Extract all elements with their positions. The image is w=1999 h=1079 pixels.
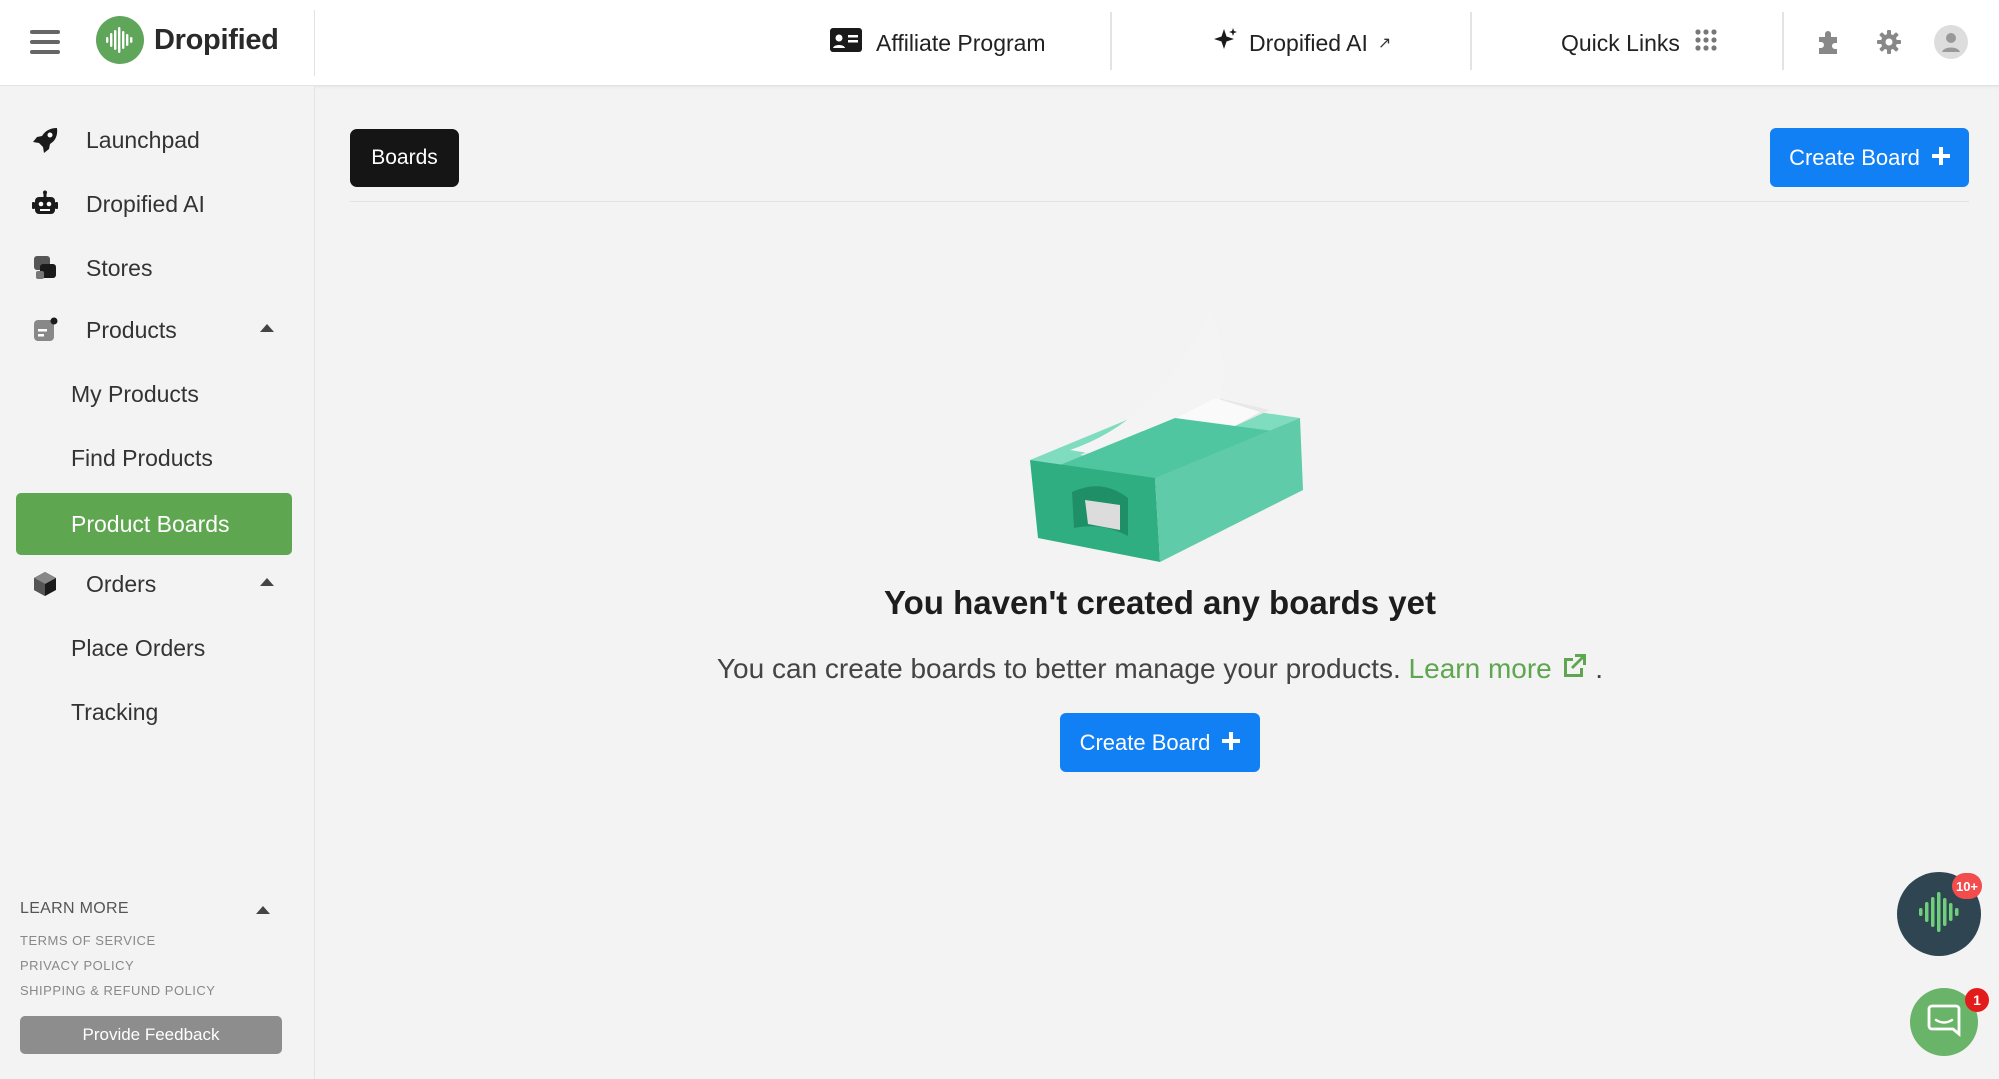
products-icon [30, 315, 60, 345]
hamburger-menu-icon[interactable] [30, 28, 62, 56]
sidebar-item-find-products[interactable]: Find Products [16, 430, 292, 486]
sidebar-item-place-orders[interactable]: Place Orders [16, 620, 292, 676]
quick-links-link[interactable]: Quick Links [1561, 22, 1718, 64]
header-divider [1470, 12, 1472, 70]
sidebar-item-launchpad[interactable]: Launchpad [16, 112, 292, 168]
user-avatar-icon[interactable] [1934, 25, 1968, 59]
robot-icon [30, 189, 60, 219]
affiliate-program-label: Affiliate Program [876, 29, 1046, 56]
sound-wave-icon [1917, 891, 1961, 937]
sidebar-item-dropified-ai[interactable]: Dropified AI [16, 176, 292, 232]
sidebar-item-tracking[interactable]: Tracking [16, 684, 292, 740]
quick-links-label: Quick Links [1561, 29, 1680, 56]
collapse-caret-icon[interactable] [256, 906, 270, 914]
store-icon [30, 253, 60, 283]
sidebar-item-label: Launchpad [86, 126, 200, 153]
sidebar-item-label: Orders [86, 570, 157, 597]
header-divider [314, 10, 315, 76]
affiliate-program-link[interactable]: Affiliate Program [830, 22, 1046, 64]
notification-badge: 10+ [1952, 873, 1982, 899]
sidebar-item-product-boards[interactable]: Product Boards [16, 493, 292, 555]
collapse-caret-icon[interactable] [260, 324, 274, 332]
description-period: . [1595, 653, 1604, 684]
gear-icon[interactable] [1872, 25, 1906, 59]
top-header: Dropified Affiliate Program Dropified AI… [0, 0, 1999, 86]
brand-logo[interactable]: Dropified [96, 16, 279, 64]
sidebar-item-label: Find Products [71, 444, 213, 471]
sidebar: Launchpad Dropified AI Stores Products M… [0, 86, 315, 1079]
create-board-label: Create Board [1079, 729, 1211, 755]
chat-notification-badge: 1 [1965, 988, 1989, 1012]
sidebar-item-stores[interactable]: Stores [16, 240, 292, 296]
shipping-refund-policy-link[interactable]: SHIPPING & REFUND POLICY [20, 983, 215, 998]
brand-name: Dropified [154, 23, 279, 56]
learn-more-link[interactable]: Learn more [1409, 653, 1596, 684]
plus-icon [1222, 730, 1241, 756]
header-divider [1782, 12, 1784, 70]
sidebar-item-label: Products [86, 316, 177, 343]
dropified-ai-label: Dropified AI [1249, 29, 1368, 56]
privacy-policy-link[interactable]: PRIVACY POLICY [20, 958, 134, 973]
create-board-button[interactable]: Create Board [1770, 128, 1969, 187]
box-icon [30, 569, 60, 599]
learn-more-label: Learn more [1408, 653, 1552, 684]
header-divider [1110, 12, 1112, 70]
sidebar-item-label: My Products [71, 380, 199, 407]
grid-icon [1694, 28, 1718, 58]
sidebar-item-my-products[interactable]: My Products [16, 366, 292, 422]
empty-tray-illustration [1010, 300, 1310, 570]
create-board-empty-button[interactable]: Create Board [1060, 713, 1260, 772]
sidebar-item-orders[interactable]: Orders [16, 556, 292, 612]
collapse-caret-icon[interactable] [260, 578, 274, 586]
puzzle-icon[interactable] [1812, 25, 1846, 59]
sidebar-item-label: Place Orders [71, 634, 206, 661]
id-card-icon [830, 28, 862, 58]
empty-state-description: You can create boards to better manage y… [560, 652, 1760, 685]
provide-feedback-button[interactable]: Provide Feedback [20, 1016, 282, 1054]
plus-icon [1931, 145, 1950, 171]
tab-boards[interactable]: Boards [350, 129, 459, 187]
content-divider [350, 201, 1969, 202]
sidebar-item-label: Dropified AI [86, 190, 205, 217]
sidebar-item-label: Stores [86, 254, 153, 281]
rocket-icon [30, 125, 60, 155]
sidebar-item-label: Tracking [71, 698, 159, 725]
empty-state-title: You haven't created any boards yet [884, 584, 1436, 621]
empty-state-text: You can create boards to better manage y… [716, 653, 1401, 684]
sidebar-item-products[interactable]: Products [16, 302, 292, 358]
sparkle-icon [1213, 27, 1239, 59]
terms-of-service-link[interactable]: TERMS OF SERVICE [20, 933, 156, 948]
create-board-label: Create Board [1789, 144, 1920, 170]
dropified-ai-link[interactable]: Dropified AI ↗ [1213, 22, 1391, 64]
external-link-icon [1560, 653, 1596, 684]
sound-wave-icon [96, 16, 144, 64]
external-arrow-icon: ↗ [1377, 35, 1392, 52]
sidebar-item-label: Product Boards [71, 510, 230, 537]
learn-more-heading: LEARN MORE [20, 900, 129, 917]
chat-icon [1927, 1003, 1961, 1042]
